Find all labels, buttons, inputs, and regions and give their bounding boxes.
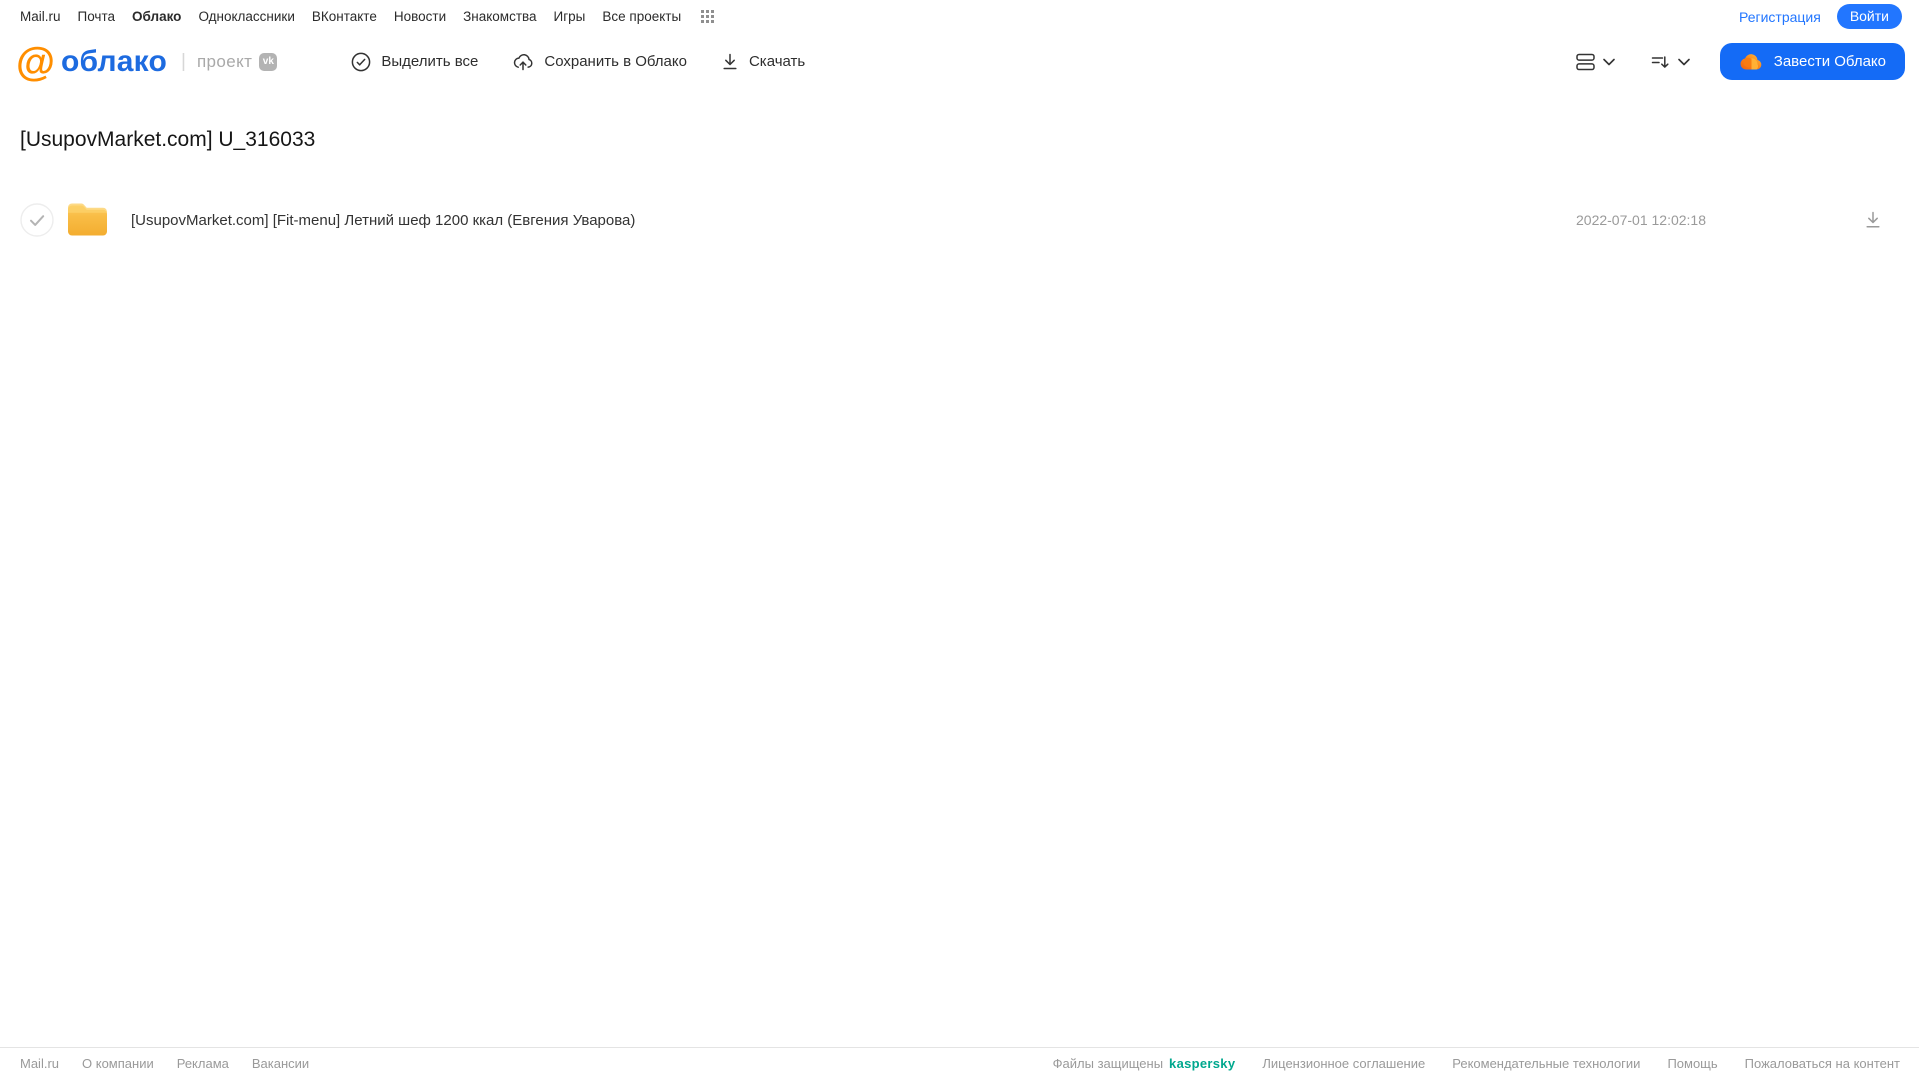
upload-cloud-icon (512, 52, 534, 72)
download-icon (721, 52, 739, 71)
protected-label: Файлы защищены (1052, 1056, 1164, 1071)
save-to-cloud-button[interactable]: Сохранить в Облако (512, 52, 687, 72)
get-cloud-button[interactable]: Завести Облако (1719, 43, 1905, 80)
portal-nav-links: Mail.ru Почта Облако Одноклассники ВКонт… (20, 9, 715, 24)
nav-item-igry[interactable]: Игры (554, 9, 586, 24)
select-all-label: Выделить все (381, 53, 479, 70)
nav-item-mailru[interactable]: Mail.ru (20, 9, 61, 24)
header-controls: Завести Облако (1570, 43, 1905, 80)
footer-link-mailru[interactable]: Mail.ru (20, 1056, 59, 1071)
file-row[interactable]: [UsupovMarket.com] [Fit-menu] Летний шеф… (0, 198, 1919, 242)
cloud-logo[interactable]: @ облако | проект vk (16, 39, 278, 84)
portal-nav: Mail.ru Почта Облако Одноклассники ВКонт… (0, 0, 1919, 33)
check-circle-icon (351, 52, 371, 72)
app-header: @ облако | проект vk Выделить все Сохран… (0, 33, 1919, 90)
sort-icon (1651, 53, 1670, 71)
chevron-down-icon (1677, 58, 1690, 66)
row-checkbox[interactable] (20, 203, 54, 237)
footer-right-links: Файлы защищены kaspersky Лицензионное со… (1053, 1056, 1900, 1071)
mailru-at-icon: @ (16, 39, 55, 84)
download-button[interactable]: Скачать (721, 52, 805, 71)
logo-divider: | (181, 50, 186, 72)
footer-link-help[interactable]: Помощь (1667, 1056, 1717, 1071)
cloud-logo-text: облако (61, 44, 168, 78)
nav-item-pochta[interactable]: Почта (78, 9, 116, 24)
row-download-icon[interactable] (1865, 211, 1881, 229)
registration-link[interactable]: Регистрация (1739, 9, 1821, 25)
list-view-icon (1576, 53, 1595, 71)
cloud-brand-icon (1739, 52, 1764, 71)
kaspersky-link[interactable]: kaspersky (1169, 1056, 1235, 1071)
sort-button[interactable] (1645, 47, 1696, 77)
footer-link-ads[interactable]: Реклама (177, 1056, 229, 1071)
file-name-link[interactable]: [UsupovMarket.com] [Fit-menu] Летний шеф… (131, 212, 635, 229)
nav-item-oblako[interactable]: Облако (132, 9, 181, 24)
folder-icon (65, 200, 110, 240)
download-label: Скачать (748, 53, 806, 70)
nav-item-vse-proekty[interactable]: Все проекты (602, 9, 681, 24)
chevron-down-icon (1602, 58, 1615, 66)
save-to-cloud-label: Сохранить в Облако (544, 53, 687, 70)
nav-item-odnoklassniki[interactable]: Одноклассники (198, 9, 294, 24)
footer-link-recommendations[interactable]: Рекомендательные технологии (1452, 1056, 1640, 1071)
file-list: [UsupovMarket.com] [Fit-menu] Летний шеф… (0, 198, 1919, 242)
footer-link-license[interactable]: Лицензионное соглашение (1262, 1056, 1425, 1071)
project-label: проект (196, 51, 253, 71)
nav-item-vkontakte[interactable]: ВКонтакте (312, 9, 377, 24)
select-all-button[interactable]: Выделить все (351, 52, 478, 72)
file-toolbar: Выделить все Сохранить в Облако Скачать (351, 52, 805, 72)
kaspersky-protection: Файлы защищены kaspersky (1053, 1056, 1236, 1071)
file-date: 2022-07-01 12:02:18 (1576, 212, 1706, 228)
footer-link-jobs[interactable]: Вакансии (252, 1056, 309, 1071)
view-mode-button[interactable] (1570, 47, 1621, 77)
get-cloud-label: Завести Облако (1773, 53, 1886, 70)
page-footer: Mail.ru О компании Реклама Вакансии Файл… (0, 1047, 1919, 1079)
page-title: [UsupovMarket.com] U_316033 (20, 128, 316, 151)
login-button[interactable]: Войти (1836, 4, 1902, 29)
vk-badge-icon: vk (259, 52, 278, 71)
nav-item-novosti[interactable]: Новости (394, 9, 446, 24)
portal-nav-auth: Регистрация Войти (1739, 4, 1902, 29)
footer-link-about[interactable]: О компании (82, 1056, 154, 1071)
footer-left-links: Mail.ru О компании Реклама Вакансии (20, 1056, 309, 1071)
footer-link-report[interactable]: Пожаловаться на контент (1745, 1056, 1900, 1071)
nav-item-znakomstva[interactable]: Знакомства (463, 9, 536, 24)
apps-grid-icon[interactable] (701, 10, 715, 23)
